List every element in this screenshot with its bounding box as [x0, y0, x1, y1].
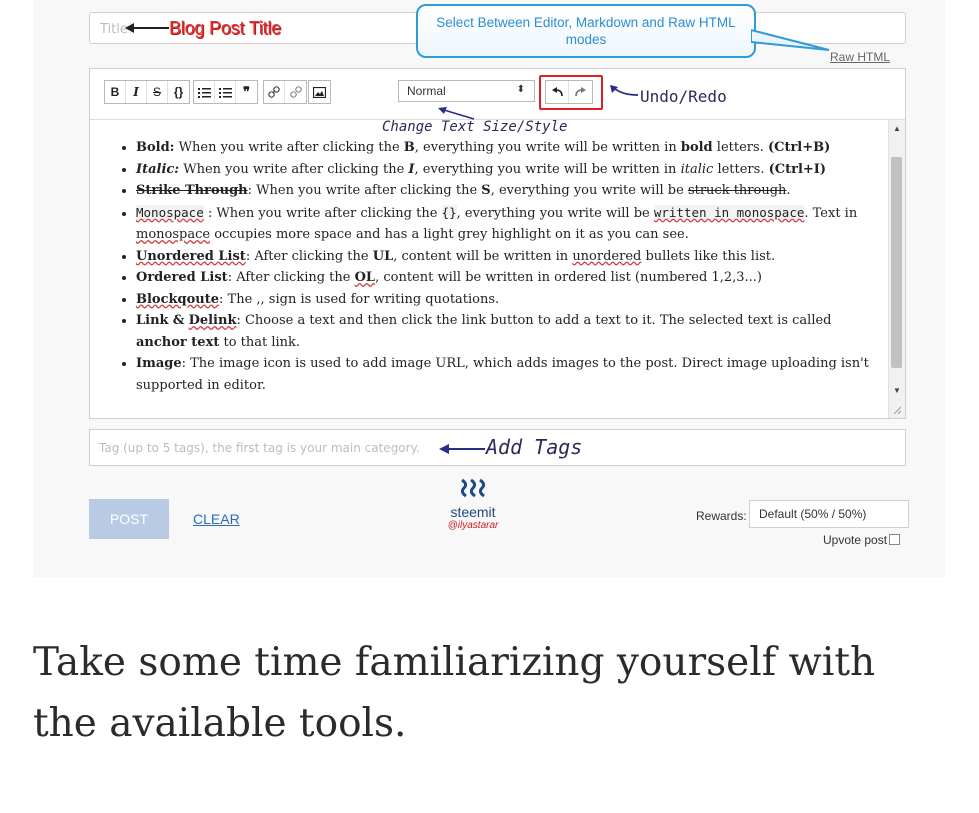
editor-toolbar: B I S {} ❞ Normal ⬍ Undo/Redo: [90, 69, 905, 120]
italic-button[interactable]: I: [126, 81, 147, 103]
strike-button[interactable]: S: [147, 81, 168, 103]
logo-username: @ilyastarar: [447, 520, 499, 531]
mode-callout: Select Between Editor, Markdown and Raw …: [416, 4, 756, 58]
bold-button[interactable]: B: [105, 81, 126, 103]
post-button[interactable]: POST: [89, 499, 169, 539]
resize-grip-icon[interactable]: [893, 406, 901, 414]
link-group: [263, 80, 307, 104]
article-caption: Take some time familiarizing yourself wi…: [33, 640, 876, 746]
blog-post-title-annotation: Blog Post Title: [169, 18, 282, 38]
rewards-select[interactable]: Default (50% / 50%): [749, 500, 909, 528]
rewards-label: Rewards:: [696, 509, 747, 523]
unlink-button[interactable]: [285, 81, 306, 103]
title-arrow-icon: [125, 23, 169, 33]
redo-icon: [575, 87, 586, 97]
list-item: Ordered List: After clicking the OL, con…: [136, 267, 890, 289]
redo-button[interactable]: [569, 81, 592, 103]
select-arrows-icon: ⬍: [516, 84, 525, 95]
link-button[interactable]: [264, 81, 285, 103]
image-icon: [313, 86, 326, 98]
upvote-option: Upvote post: [823, 533, 901, 547]
tags-arrow-icon: [439, 444, 485, 454]
upvote-checkbox[interactable]: [889, 534, 901, 545]
unlink-icon: [289, 86, 302, 98]
scroll-thumb[interactable]: [891, 157, 902, 368]
scroll-up-icon[interactable]: ▲: [893, 124, 901, 133]
content-list: Bold: When you write after clicking the …: [90, 120, 890, 396]
undo-icon: [551, 87, 563, 97]
blockquote-button[interactable]: ❞: [236, 81, 257, 103]
list-item: Link & Delink: Choose a text and then cl…: [136, 310, 890, 353]
undo-redo-annotation: Undo/Redo: [640, 87, 727, 106]
unordered-list-icon: [197, 87, 211, 98]
upvote-label: Upvote post: [823, 533, 888, 547]
list-item: Unordered List: After clicking the UL, c…: [136, 246, 890, 268]
list-item: Strike Through: When you write after cli…: [136, 180, 890, 202]
undo-arrow-icon: [610, 85, 638, 96]
list-item: Bold: When you write after clicking the …: [136, 137, 890, 159]
add-tags-annotation: Add Tags: [486, 435, 583, 459]
undo-button[interactable]: [546, 81, 569, 103]
ordered-list-button[interactable]: [215, 81, 236, 103]
title-placeholder: Title: [100, 22, 128, 37]
editor-content[interactable]: Bold: When you write after clicking the …: [90, 120, 890, 418]
format-select[interactable]: Normal ⬍: [398, 80, 535, 102]
unordered-list-button[interactable]: [194, 81, 215, 103]
ordered-list-icon: [218, 87, 232, 98]
list-item: Blockqoute: The ,, sign is used for writ…: [136, 289, 890, 311]
image-group: [308, 80, 331, 104]
list-item: Italic: When you write after clicking th…: [136, 159, 890, 181]
list-item: Monospace : When you write after clickin…: [136, 202, 890, 246]
scroll-down-icon[interactable]: ▼: [893, 386, 901, 395]
editor-scrollbar[interactable]: ▲ ▼: [888, 120, 905, 418]
list-group: ❞: [193, 80, 258, 104]
raw-html-link[interactable]: Raw HTML: [830, 50, 890, 64]
steemit-logo-icon: [460, 478, 486, 498]
tags-placeholder: Tag (up to 5 tags), the first tag is you…: [99, 441, 420, 455]
logo-wordmark: steemit: [450, 504, 496, 520]
tags-input[interactable]: Tag (up to 5 tags), the first tag is you…: [89, 429, 906, 466]
steemit-logo: steemit @ilyastarar: [423, 478, 523, 531]
rich-text-editor: B I S {} ❞ Normal ⬍ Undo/Redo Change Tex…: [89, 68, 906, 419]
undo-redo-group: [545, 80, 593, 104]
editor-screenshot: Title Blog Post Title Select Between Edi…: [33, 0, 945, 577]
link-icon: [268, 86, 280, 98]
image-button[interactable]: [309, 81, 330, 103]
callout-pointer-icon: [751, 28, 830, 51]
code-button[interactable]: {}: [168, 81, 189, 103]
format-select-value: Normal: [407, 84, 446, 98]
clear-link[interactable]: CLEAR: [193, 511, 240, 527]
format-group: B I S {}: [104, 80, 190, 104]
list-item: Image: The image icon is used to add ima…: [136, 353, 890, 396]
text-style-annotation: Change Text Size/Style: [382, 119, 568, 135]
